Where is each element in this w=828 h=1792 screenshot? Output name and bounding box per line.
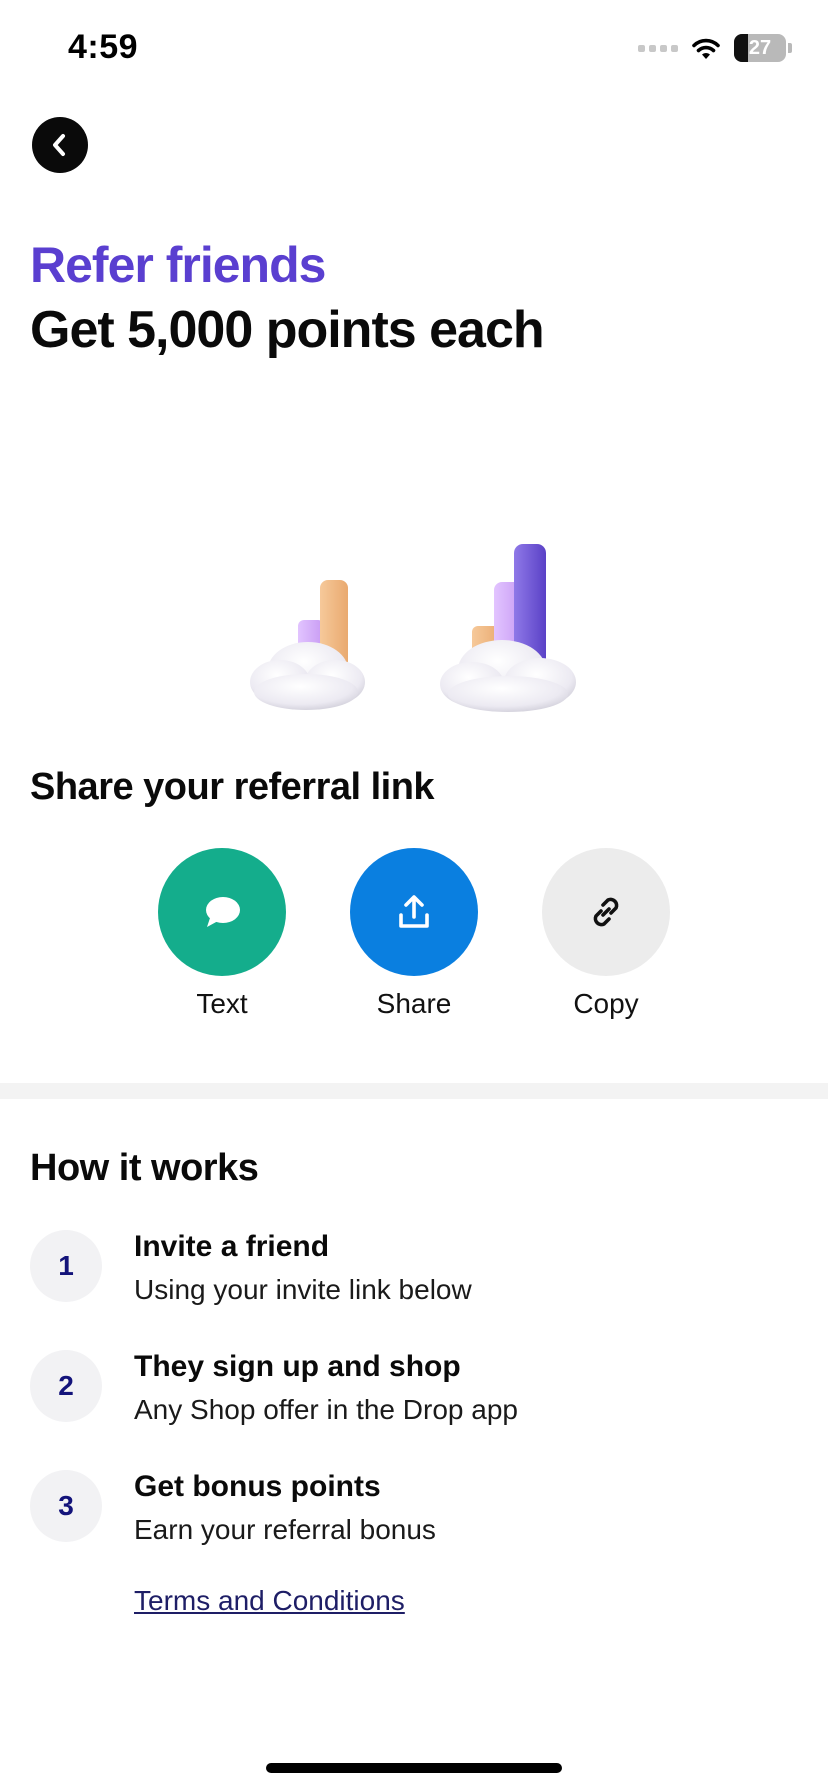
chat-bubble-icon: [206, 897, 240, 927]
status-icons: 27: [638, 34, 792, 62]
step-item: 1 Invite a friend Using your invite link…: [30, 1230, 800, 1320]
upload-icon: [399, 895, 429, 928]
step-number: 1: [30, 1230, 102, 1302]
cellular-signal-icon: [638, 44, 678, 52]
copy-button[interactable]: Copy: [542, 848, 670, 1020]
step-subtitle: Any Shop offer in the Drop app: [134, 1394, 518, 1425]
battery-fill: [734, 34, 749, 62]
status-time: 4:59: [68, 28, 139, 66]
step-title: Invite a friend: [134, 1230, 330, 1263]
wifi-icon: [692, 38, 720, 59]
home-indicator: [266, 1763, 562, 1773]
text-button-circle[interactable]: [158, 848, 286, 976]
section-divider: [0, 1083, 828, 1099]
step-title: Get bonus points: [134, 1470, 381, 1503]
step-item: 3 Get bonus points Earn your referral bo…: [30, 1470, 800, 1560]
copy-button-circle[interactable]: [542, 848, 670, 976]
referral-illustration: [250, 544, 576, 712]
step-number: 3: [30, 1470, 102, 1542]
step-title: They sign up and shop: [134, 1350, 461, 1383]
page-title: Refer friends: [30, 237, 326, 293]
link-icon: [593, 897, 619, 927]
share-button-label: Share: [376, 988, 452, 1019]
terms-link[interactable]: Terms and Conditions: [134, 1585, 405, 1617]
text-button[interactable]: Text: [158, 848, 286, 1020]
share-actions: Text Share Copy: [0, 848, 828, 1028]
step-subtitle: Earn your referral bonus: [134, 1514, 436, 1545]
step-item: 2 They sign up and shop Any Shop offer i…: [30, 1350, 800, 1440]
battery-level: 27: [748, 36, 772, 59]
copy-button-label: Copy: [573, 988, 639, 1019]
battery-tip: [788, 43, 792, 53]
chevron-left-icon: [53, 134, 65, 156]
how-it-works-heading: How it works: [30, 1147, 259, 1189]
step-number: 2: [30, 1350, 102, 1422]
status-bar: 4:59 27: [0, 0, 828, 100]
step-subtitle: Using your invite link below: [134, 1274, 472, 1305]
share-button[interactable]: Share: [350, 848, 478, 1020]
back-button[interactable]: [32, 117, 88, 173]
share-button-circle[interactable]: [350, 848, 478, 976]
text-button-label: Text: [196, 988, 248, 1019]
page-subtitle: Get 5,000 points each: [30, 301, 545, 359]
battery-icon: 27: [734, 34, 786, 62]
share-heading: Share your referral link: [30, 766, 435, 808]
